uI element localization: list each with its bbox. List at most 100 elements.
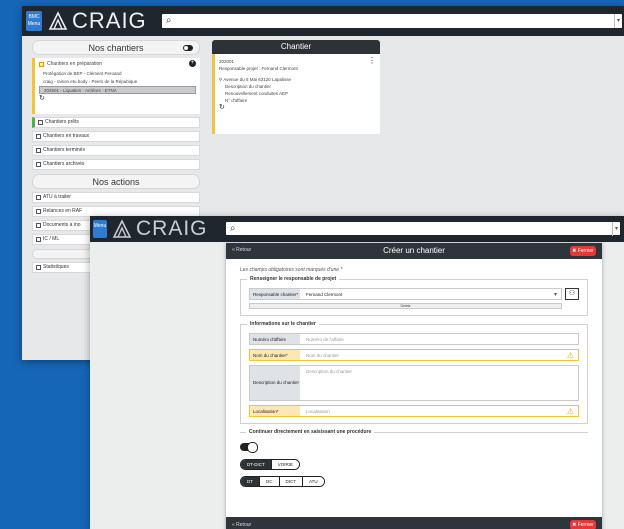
responsable-row: Responsable chantier* Fernand Clermont ▾…	[249, 288, 579, 300]
chantier-line: Renouvellement conduites AEP	[225, 91, 289, 96]
folder-icon	[36, 223, 41, 228]
chantier-code: 202001	[219, 59, 235, 64]
field-label: Description du chantier	[250, 366, 300, 400]
top-bar: BMC Menu CRAIG ⌕ ▾	[22, 6, 624, 36]
responsable-section: Renseigner le responsable de projet Resp…	[240, 276, 588, 316]
field-label: Localisation*	[250, 406, 300, 416]
back-button[interactable]: « Retour	[232, 522, 251, 528]
close-button[interactable]: ✖ Fermer	[570, 246, 596, 256]
type-segmented-control: DT-DICT VOIRIE	[240, 459, 301, 470]
sidebar-item-termines[interactable]: Chantiers terminés	[32, 145, 200, 156]
localisation-field[interactable]: Localisation* Localisation ⚠	[249, 405, 579, 417]
app-logo[interactable]: CRAIG	[112, 216, 208, 242]
action-label: Relances en RAF	[43, 208, 83, 214]
responsable-select[interactable]: Responsable chantier* Fernand Clermont ▾	[249, 288, 562, 300]
app-name: CRAIG	[72, 8, 147, 33]
search-icon: ⌕	[166, 15, 172, 26]
warning-icon: ⚠	[566, 407, 574, 416]
sidebar-item-travaux[interactable]: Chantiers en travaux	[32, 131, 200, 142]
chevron-down-icon[interactable]: ▾	[612, 222, 620, 236]
menu-button[interactable]: Menu	[93, 220, 107, 238]
field-placeholder: Localisation	[306, 409, 330, 414]
field-label: Responsable chantier*	[250, 289, 300, 299]
menu-button[interactable]: BMC Menu	[26, 11, 42, 31]
field-label: Nom du chantier*	[250, 350, 300, 360]
create-chantier-dialog: « Retour Créer un chantier ✖ Fermer Les …	[226, 243, 602, 529]
search-input[interactable]: ⌕ ▾	[162, 14, 622, 28]
chantier-line: N° d'affaire	[225, 98, 248, 103]
folder-icon	[36, 162, 41, 167]
chantier-address: Avenue du 8 Mai 63120 Lapalisse	[223, 77, 292, 82]
list-item[interactable]: craig - raison.etu.body - Peers de la Ré…	[39, 78, 196, 86]
action-label: IC / ML	[43, 236, 60, 242]
info-section: Informations sur le chantier Numéro d'af…	[240, 321, 588, 424]
chantier-title: Chantier	[212, 40, 380, 54]
toggle-switch[interactable]	[183, 45, 193, 51]
panel-title: Nos chantiers	[32, 40, 200, 55]
sidebar-item-archives[interactable]: Chantiers archivés	[32, 159, 200, 170]
preparation-group[interactable]: Chantiers en préparation + Protégation d…	[32, 58, 200, 114]
continue-toggle[interactable]	[240, 442, 258, 453]
seg-dc[interactable]: DC	[259, 477, 279, 486]
chevron-down-icon[interactable]: ▾	[614, 14, 622, 28]
history-icon[interactable]: ↻	[219, 104, 376, 111]
action-label: ATU à traiter	[43, 194, 71, 200]
add-user-button[interactable]: ⚇	[565, 288, 579, 300]
folder-icon	[36, 134, 41, 139]
dialog-footer: « Retour ✖ Fermer	[226, 517, 602, 529]
menu-tag: BMC	[28, 14, 40, 20]
seg-dt[interactable]: DT	[241, 477, 259, 486]
add-icon[interactable]: +	[189, 60, 196, 67]
numero-affaire-field[interactable]: Numéro d'affaire Numéro de l'affaire	[249, 333, 579, 345]
app-logo[interactable]: CRAIG	[48, 8, 147, 34]
screenshot-creer-chantier: Menu CRAIG ⌕ ▾ « Retour Créer un chantie…	[90, 216, 624, 529]
folder-icon	[36, 209, 41, 214]
more-icon[interactable]: ⋮	[368, 57, 376, 65]
field-placeholder: Numéro de l'affaire	[306, 337, 344, 342]
chantier-card[interactable]: ⋮ 202001 Responsable projet : Fernand Cl…	[212, 54, 380, 134]
section-title: Informations sur le chantier	[247, 321, 319, 327]
list-item[interactable]: Protégation de BEP - Clément Peroand	[39, 70, 196, 78]
folder-icon	[39, 61, 44, 67]
preparation-header: Chantiers en préparation	[39, 61, 196, 67]
nom-chantier-field[interactable]: Nom du chantier* Nom du chantier ⚠	[249, 349, 579, 361]
search-input[interactable]: ⌕ ▾	[226, 222, 620, 236]
procedure-segmented-control: DT DC DICT ATU	[240, 476, 325, 487]
sidebar-item-prets[interactable]: Chantiers prêts	[32, 117, 200, 128]
action-item-atu[interactable]: ATU à traiter	[32, 192, 200, 203]
top-bar: Menu CRAIG ⌕ ▾	[90, 216, 624, 242]
dialog-title: Créer un chantier	[383, 246, 445, 255]
folder-icon	[36, 148, 41, 153]
history-icon[interactable]: ↻	[39, 94, 196, 102]
chevron-down-icon: ▾	[553, 292, 557, 298]
seg-atu[interactable]: ATU	[302, 477, 324, 486]
sidebar-item-label: Chantiers prêts	[45, 119, 79, 125]
description-field[interactable]: Description du chantier Description du c…	[249, 365, 579, 401]
sidebar-item-label: Chantiers terminés	[43, 147, 85, 153]
chantier-line: Description du chantier	[225, 84, 272, 89]
section-title: Continuer directement en saisissant une …	[246, 429, 375, 435]
chart-icon	[36, 265, 41, 270]
delete-button[interactable]: Delete	[249, 303, 562, 309]
seg-dt-dict[interactable]: DT-DICT	[241, 460, 271, 469]
seg-dict[interactable]: DICT	[278, 477, 302, 486]
chantier-responsable: Responsable projet : Fernand Clermont	[219, 66, 298, 71]
field-value: Fernand Clermont	[306, 292, 343, 297]
list-item-selected[interactable]: 202501 - Liquatien - Arrières - ETNA	[39, 86, 196, 94]
seg-voirie[interactable]: VOIRIE	[270, 460, 300, 469]
menu-label: Menu	[93, 223, 107, 229]
close-button[interactable]: ✖ Fermer	[570, 520, 596, 529]
menu-label: Menu	[27, 21, 41, 27]
chantier-address-row: ⚲ Avenue du 8 Mai 63120 Lapalisse	[219, 76, 376, 83]
chantier-panel: Chantier ⋮ 202001 Responsable projet : F…	[212, 40, 380, 134]
field-placeholder: Nom du chantier	[306, 353, 340, 358]
dialog-body: Les champs obligatoires sont marqués d'u…	[226, 259, 602, 501]
action-label: Documents à ino	[43, 222, 81, 228]
preparation-label: Chantiers en préparation	[47, 61, 103, 67]
app-name: CRAIG	[136, 217, 208, 240]
dialog-header: « Retour Créer un chantier ✖ Fermer	[226, 243, 602, 259]
field-placeholder: Description du chantier	[306, 369, 353, 374]
sidebar-item-label: Chantiers en travaux	[43, 133, 90, 139]
logo-icon	[48, 11, 68, 30]
folder-icon	[38, 120, 43, 125]
